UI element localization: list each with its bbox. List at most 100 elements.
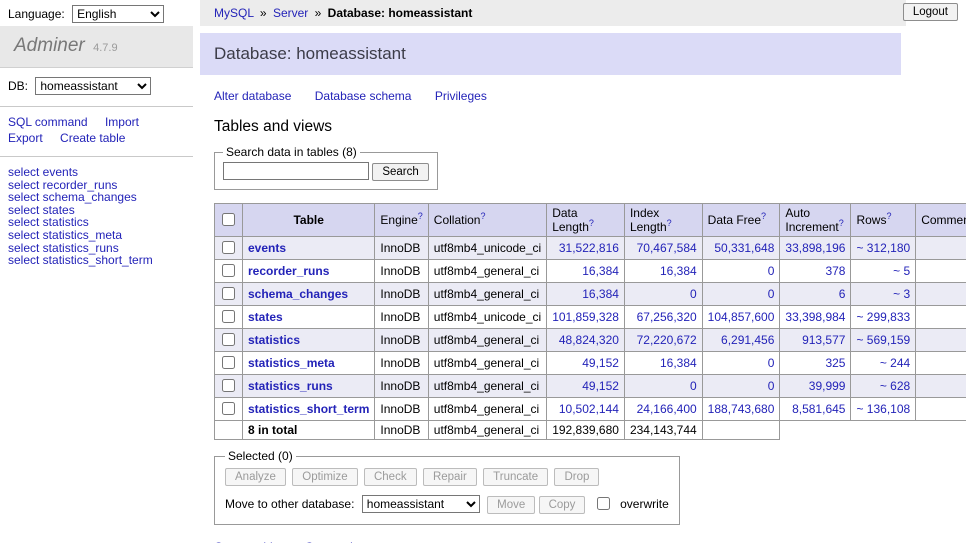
column-header-data-length: Data Length? — [547, 204, 625, 237]
table-row: recorder_runs InnoDB utf8mb4_general_ci … — [215, 260, 966, 283]
auto-increment-link[interactable]: 39,999 — [809, 379, 846, 393]
index-length-link[interactable]: 16,384 — [660, 356, 697, 370]
row-checkbox[interactable] — [222, 264, 235, 277]
data-free-link[interactable]: 6,291,456 — [721, 333, 774, 347]
help-icon[interactable]: ? — [839, 218, 844, 228]
data-free-link[interactable]: 104,857,600 — [708, 310, 775, 324]
help-icon[interactable]: ? — [886, 211, 891, 221]
table-name-link[interactable]: statistics — [248, 333, 300, 347]
rows-link[interactable]: ~ 244 — [880, 356, 910, 370]
help-icon[interactable]: ? — [480, 211, 485, 221]
rows-link[interactable]: ~ 299,833 — [856, 310, 910, 324]
database-schema-link[interactable]: Database schema — [315, 89, 412, 103]
table-name-link[interactable]: statistics_short_term — [248, 402, 369, 416]
index-length-link[interactable]: 70,467,584 — [637, 241, 697, 255]
index-length-link[interactable]: 16,384 — [660, 264, 697, 278]
rows-link[interactable]: ~ 628 — [880, 379, 910, 393]
row-checkbox[interactable] — [222, 379, 235, 392]
data-free-link[interactable]: 0 — [768, 356, 775, 370]
comment-cell — [916, 375, 966, 398]
search-button[interactable]: Search — [372, 163, 428, 181]
move-db-select[interactable]: homeassistant — [362, 495, 480, 513]
collation-cell: utf8mb4_general_ci — [428, 260, 546, 283]
engine-cell: InnoDB — [375, 375, 428, 398]
optimize-button: Optimize — [292, 468, 357, 486]
row-checkbox[interactable] — [222, 356, 235, 369]
overwrite-checkbox[interactable] — [597, 497, 610, 510]
column-header-comment: Comment? — [916, 204, 966, 237]
table-name-link[interactable]: schema_changes — [248, 287, 348, 301]
rows-link[interactable]: ~ 312,180 — [856, 241, 910, 255]
data-length-link[interactable]: 16,384 — [582, 287, 619, 301]
auto-increment-link[interactable]: 325 — [825, 356, 845, 370]
data-free-link[interactable]: 0 — [768, 264, 775, 278]
rows-link[interactable]: ~ 5 — [893, 264, 910, 278]
help-icon[interactable]: ? — [589, 218, 594, 228]
rows-link[interactable]: ~ 569,159 — [856, 333, 910, 347]
overwrite-label[interactable]: overwrite — [620, 497, 669, 511]
row-checkbox[interactable] — [222, 310, 235, 323]
move-button: Move — [487, 496, 535, 514]
table-name-link[interactable]: states — [248, 310, 283, 324]
table-name-link[interactable]: statistics_meta — [248, 356, 335, 370]
sidebar-link-export[interactable]: Export — [8, 131, 43, 145]
data-length-link[interactable]: 48,824,320 — [559, 333, 619, 347]
language-select[interactable]: English — [72, 5, 164, 23]
row-checkbox[interactable] — [222, 241, 235, 254]
auto-increment-link[interactable]: 6 — [839, 287, 846, 301]
analyze-button: Analyze — [225, 468, 286, 486]
sidebar-link-sql-command[interactable]: SQL command — [8, 115, 88, 129]
auto-increment-link[interactable]: 378 — [825, 264, 845, 278]
data-free-link[interactable]: 50,331,648 — [714, 241, 774, 255]
help-icon[interactable]: ? — [761, 211, 766, 221]
index-length-link[interactable]: 0 — [690, 287, 697, 301]
auto-increment-link[interactable]: 8,581,645 — [792, 402, 845, 416]
total-label: 8 in total — [243, 421, 375, 440]
data-length-link[interactable]: 16,384 — [582, 264, 619, 278]
data-length-link[interactable]: 49,152 — [582, 379, 619, 393]
data-free-link[interactable]: 0 — [768, 287, 775, 301]
selected-buttons-row: Analyze Optimize Check Repair Truncate D… — [225, 468, 669, 486]
db-select[interactable]: homeassistant — [35, 77, 151, 95]
index-length-link[interactable]: 67,256,320 — [637, 310, 697, 324]
row-checkbox[interactable] — [222, 402, 235, 415]
row-checkbox[interactable] — [222, 287, 235, 300]
help-icon[interactable]: ? — [418, 211, 423, 221]
sidebar-item-select-statistics-meta[interactable]: select statistics_meta — [0, 229, 193, 242]
search-input[interactable] — [223, 162, 369, 180]
alter-database-link[interactable]: Alter database — [214, 89, 291, 103]
sidebar-item-select-events[interactable]: select events — [0, 166, 193, 179]
auto-increment-link[interactable]: 913,577 — [802, 333, 845, 347]
breadcrumb-server-link[interactable]: Server — [273, 6, 308, 20]
app-version: 4.7.9 — [93, 42, 117, 54]
comment-cell — [916, 237, 966, 260]
auto-increment-link[interactable]: 33,398,984 — [785, 310, 845, 324]
row-checkbox[interactable] — [222, 333, 235, 346]
sidebar-link-create-table[interactable]: Create table — [60, 131, 125, 145]
index-length-link[interactable]: 24,166,400 — [637, 402, 697, 416]
data-free-link[interactable]: 188,743,680 — [708, 402, 775, 416]
auto-increment-link[interactable]: 33,898,196 — [785, 241, 845, 255]
index-length-link[interactable]: 72,220,672 — [637, 333, 697, 347]
data-length-link[interactable]: 31,522,816 — [559, 241, 619, 255]
breadcrumb: MySQL » Server » Database: homeassistant — [200, 0, 906, 26]
table-name-link[interactable]: recorder_runs — [248, 264, 329, 278]
index-length-link[interactable]: 0 — [690, 379, 697, 393]
select-all-checkbox[interactable] — [222, 213, 235, 226]
privileges-link[interactable]: Privileges — [435, 89, 487, 103]
rows-link[interactable]: ~ 3 — [893, 287, 910, 301]
sidebar-item-select-schema-changes[interactable]: select schema_changes — [0, 191, 193, 204]
sidebar-link-import[interactable]: Import — [105, 115, 139, 129]
rows-link[interactable]: ~ 136,108 — [856, 402, 910, 416]
table-row: statistics_short_term InnoDB utf8mb4_gen… — [215, 398, 966, 421]
data-length-link[interactable]: 10,502,144 — [559, 402, 619, 416]
breadcrumb-mysql-link[interactable]: MySQL — [214, 6, 254, 20]
logout-button[interactable]: Logout — [903, 3, 958, 21]
data-free-link[interactable]: 0 — [768, 379, 775, 393]
data-length-link[interactable]: 49,152 — [582, 356, 619, 370]
data-length-link[interactable]: 101,859,328 — [552, 310, 619, 324]
table-name-link[interactable]: statistics_runs — [248, 379, 333, 393]
table-name-link[interactable]: events — [248, 241, 286, 255]
help-icon[interactable]: ? — [667, 218, 672, 228]
sidebar-item-select-statistics-short-term[interactable]: select statistics_short_term — [0, 254, 193, 267]
